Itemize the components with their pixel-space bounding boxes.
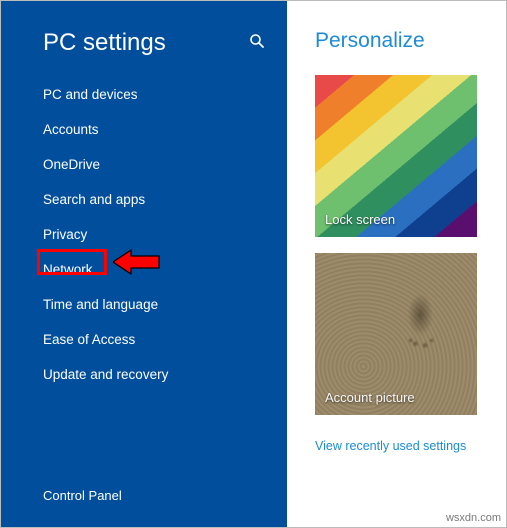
- sidebar-item-label: Update and recovery: [43, 367, 168, 382]
- tile-account-picture[interactable]: Account picture: [315, 253, 477, 415]
- sidebar-item-label: Privacy: [43, 227, 87, 242]
- sidebar-item-time-and-language[interactable]: Time and language: [43, 287, 287, 322]
- sidebar-item-label: Network: [43, 262, 93, 277]
- sidebar-footer-label: Control Panel: [43, 488, 122, 503]
- view-recently-used-link[interactable]: View recently used settings: [315, 439, 488, 453]
- content-pane: Personalize Lock screen Account picture …: [287, 1, 506, 527]
- recent-link-label: View recently used settings: [315, 439, 466, 453]
- sidebar-item-network[interactable]: Network: [43, 252, 287, 287]
- sidebar-item-label: Ease of Access: [43, 332, 135, 347]
- tile-caption: Account picture: [325, 390, 415, 405]
- control-panel-link[interactable]: Control Panel: [1, 488, 287, 527]
- sidebar-item-search-and-apps[interactable]: Search and apps: [43, 182, 287, 217]
- sidebar-item-accounts[interactable]: Accounts: [43, 112, 287, 147]
- sidebar-item-label: Time and language: [43, 297, 158, 312]
- sidebar-item-label: Search and apps: [43, 192, 145, 207]
- sidebar-item-pc-and-devices[interactable]: PC and devices: [43, 77, 287, 112]
- sidebar-item-label: PC and devices: [43, 87, 138, 102]
- personalize-tiles: Lock screen Account picture: [315, 75, 488, 415]
- sidebar: PC settings PC and devices Accounts OneD…: [1, 1, 287, 527]
- sidebar-item-onedrive[interactable]: OneDrive: [43, 147, 287, 182]
- sidebar-list: PC and devices Accounts OneDrive Search …: [1, 77, 287, 392]
- sidebar-item-label: Accounts: [43, 122, 99, 137]
- sidebar-header: PC settings: [1, 1, 287, 77]
- page-title: PC settings: [43, 29, 166, 57]
- tile-caption: Lock screen: [325, 212, 395, 227]
- sidebar-item-ease-of-access[interactable]: Ease of Access: [43, 322, 287, 357]
- watermark-text: wsxdn.com: [446, 512, 501, 524]
- sidebar-item-label: OneDrive: [43, 157, 100, 172]
- content-title: Personalize: [315, 29, 488, 53]
- sidebar-item-update-and-recovery[interactable]: Update and recovery: [43, 357, 287, 392]
- pc-settings-window: PC settings PC and devices Accounts OneD…: [0, 0, 507, 528]
- tile-lock-screen[interactable]: Lock screen: [315, 75, 477, 237]
- search-icon[interactable]: [249, 33, 265, 54]
- sidebar-item-privacy[interactable]: Privacy: [43, 217, 287, 252]
